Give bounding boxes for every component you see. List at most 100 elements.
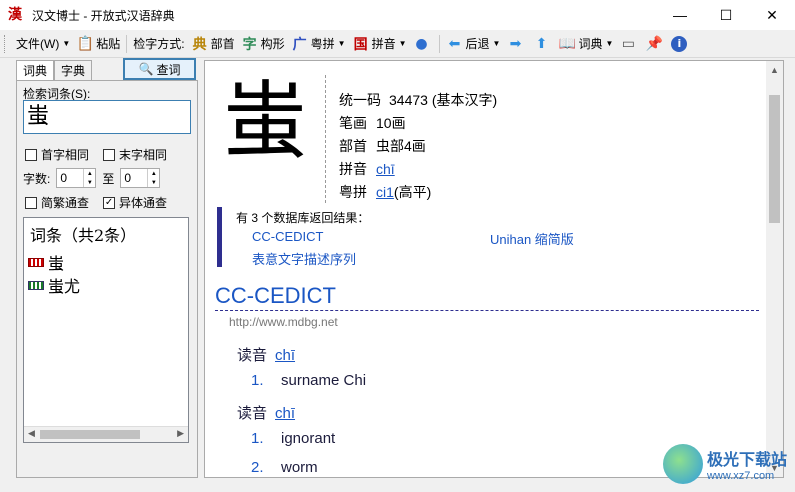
query-button[interactable]: 🔍 查词: [123, 58, 196, 80]
panel-button[interactable]: ▭: [616, 33, 642, 55]
shape-button[interactable]: 字 构形: [238, 33, 288, 55]
scroll-up-icon[interactable]: ▲: [770, 65, 779, 75]
radical-label: 部首: [339, 138, 367, 154]
db-link-ids[interactable]: 表意文字描述序列: [252, 249, 356, 268]
book-icon: 📖: [558, 35, 577, 52]
back-button[interactable]: ⬅ 后退 ▼: [443, 33, 504, 55]
scroll-left-icon[interactable]: ◀: [28, 428, 35, 439]
forward-button[interactable]: ➡: [503, 33, 529, 55]
jyutping-label: 粤拼: [339, 184, 367, 200]
first-char-label: 首字相同: [41, 148, 90, 162]
variant-checkbox[interactable]: ✓: [103, 196, 116, 209]
list-item[interactable]: 蚩: [28, 250, 64, 274]
stepper-arrows-icon[interactable]: ▲ ▼: [83, 169, 95, 187]
db-link-unihan[interactable]: Unihan 缩简版: [490, 229, 574, 248]
close-button[interactable]: ✕: [749, 0, 795, 30]
count-from-value: 0: [60, 171, 68, 185]
chevron-down-icon: ▼: [398, 39, 407, 48]
arrow-left-icon: ⬅: [448, 35, 461, 52]
reading-label: 读音: [237, 347, 268, 364]
reading-link[interactable]: chī: [275, 405, 295, 422]
count-from-stepper[interactable]: 0 ▲ ▼: [56, 168, 97, 188]
count-label: 字数:: [23, 171, 51, 186]
file-menu-label: 文件(W): [16, 37, 60, 51]
reading-link[interactable]: chī: [275, 347, 295, 364]
minimize-button[interactable]: —: [657, 0, 703, 30]
toolbar-grip[interactable]: [4, 34, 7, 53]
section-url: http://www.mdbg.net: [229, 315, 338, 329]
pinyin-label: 拼音: [371, 37, 396, 51]
chevron-down-icon: ▼: [492, 39, 501, 48]
toolbar-separator: [438, 34, 440, 53]
file-menu[interactable]: 文件(W) ▼: [13, 33, 73, 55]
database-results-title: 有 3 个数据库返回结果：: [236, 211, 370, 225]
search-input[interactable]: 蚩: [23, 100, 191, 134]
info-button[interactable]: i: [668, 33, 692, 55]
cb-row-variants: 简繁通查 ✓ 异体通查: [25, 194, 167, 211]
watermark: 极光下载站 www.xz7.com: [662, 444, 787, 484]
radical-label: 部首: [210, 37, 235, 51]
list-item[interactable]: 蚩尤: [28, 273, 80, 297]
scrollbar-thumb[interactable]: [40, 430, 140, 439]
cantonese-button[interactable]: 广 粤拼 ▼: [288, 33, 349, 55]
definition-text: ignorant: [281, 430, 336, 447]
last-char-checkbox[interactable]: [103, 148, 116, 161]
jyutping-link[interactable]: ci1: [376, 184, 394, 200]
maximize-button[interactable]: ☐: [703, 0, 749, 30]
paste-label: 粘贴: [96, 37, 121, 51]
last-char-label: 末字相同: [119, 148, 168, 162]
database-results: 有 3 个数据库返回结果： CC-CEDICT Unihan 缩简版 表意文字描…: [217, 207, 757, 267]
dict-label: 词典: [578, 37, 603, 51]
checkmark-icon: ✓: [104, 197, 114, 208]
jyutping-tone: (高平): [393, 184, 432, 200]
watermark-url: www.xz7.com: [706, 470, 775, 482]
pinyin-button[interactable]: 国 拼音 ▼: [349, 33, 410, 55]
arrow-up-icon: ⬆: [535, 35, 548, 52]
results-list: 词条（共2条） 蚩 蚩尤 ◀ ▶: [23, 217, 189, 443]
globe-button[interactable]: ●: [410, 33, 436, 55]
left-panel: 词典 字典 🔍 查词 检索词条(S): 蚩 首字相同 末字相同 字数: 0 ▲ ▼…: [14, 58, 198, 478]
definition-number: 2.: [251, 459, 264, 476]
db-link-cedict[interactable]: CC-CEDICT: [252, 229, 324, 244]
scrollbar-thumb[interactable]: [769, 95, 780, 223]
reading-row: 读音 chī: [237, 344, 295, 365]
count-to-value: 0: [124, 171, 132, 185]
tab-words[interactable]: 词典: [16, 60, 55, 80]
pinyin-icon: 国: [353, 36, 368, 53]
entry-icon: [28, 280, 44, 290]
list-item-label: 蚩: [48, 254, 65, 273]
first-char-checkbox[interactable]: [25, 148, 37, 161]
vertical-scrollbar[interactable]: ▲ ▼: [766, 61, 783, 477]
pin-icon: 📌: [645, 35, 664, 52]
chevron-down-icon: ▼: [605, 39, 614, 48]
radical-button[interactable]: 典 部首: [188, 33, 238, 55]
results-header: 词条（共2条）: [30, 226, 137, 245]
pin-button[interactable]: 📌: [642, 33, 668, 55]
dict-button[interactable]: 📖 词典 ▼: [555, 33, 616, 55]
count-to-label: 至: [102, 171, 115, 186]
arrow-right-icon: ➡: [509, 35, 522, 52]
headword-character: 蚩: [222, 72, 307, 170]
definition-row: 1. ignorant: [251, 430, 335, 447]
pinyin-link[interactable]: chī: [376, 161, 395, 177]
title-bar: 漢 汉文博士 - 开放式汉语辞典 — ☐ ✕: [0, 0, 795, 30]
char-info: 统一码 34473 (基本汉字) 笔画 10画 部首 虫部4画 拼音 chī 粤拼 ci1…: [339, 89, 497, 204]
cantonese-label: 粤拼: [310, 37, 335, 51]
count-to-stepper[interactable]: 0 ▲ ▼: [120, 168, 161, 188]
clipboard-icon: 📋: [76, 35, 94, 52]
definition-number: 1.: [251, 430, 264, 447]
divider: [325, 75, 326, 203]
code-label: 统一码: [339, 92, 381, 108]
tab-strip: 词典 字典: [16, 60, 93, 80]
toolbar-separator: [126, 34, 128, 53]
trad-simp-checkbox[interactable]: [25, 196, 37, 209]
tab-chars[interactable]: 字典: [54, 60, 93, 80]
info-icon: i: [671, 35, 688, 52]
stepper-arrows-icon[interactable]: ▲ ▼: [147, 169, 159, 187]
cantonese-icon: 广: [292, 36, 307, 53]
paste-button[interactable]: 📋 粘贴: [73, 33, 123, 55]
scroll-right-icon[interactable]: ▶: [177, 428, 184, 439]
strokes-value: 10画: [376, 115, 406, 131]
top-button[interactable]: ⬆: [529, 33, 555, 55]
horizontal-scrollbar[interactable]: ◀ ▶: [24, 426, 188, 442]
